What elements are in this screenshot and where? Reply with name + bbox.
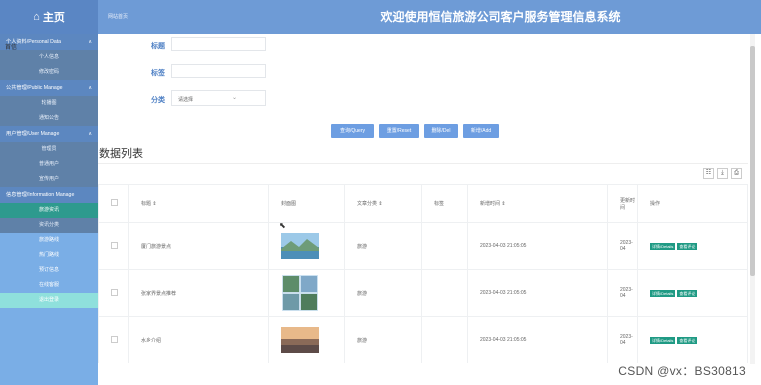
cell-updated: 2023-04 [607,222,638,270]
sidebar-item-profile[interactable]: 个人信息 [0,50,98,65]
category-select[interactable]: 请选择 ⌄ [171,90,266,106]
sidebar-item-password[interactable]: 修改密码 [0,65,98,80]
app-window: ⌂ 主页 网站首页 欢迎使用恒信旅游公司客户服务管理信息系统 个人资料/Pers… [0,0,761,385]
data-table-container: ☷ ⤓ ⎙ 标题 ⇕ 封面图 文章分类 ⇕ 标签 新增时间 ⇕ 更新时间 操作 [98,163,748,363]
cell-ops: 详情/Details 查看评论 [637,269,748,317]
sidebar-group-user[interactable]: 用户管理/User Manage ∧ [0,126,98,142]
row-checkbox[interactable] [111,335,118,343]
cell-created: 2023-04-03 21:05:05 [467,222,608,270]
cell-ops: 详情/Details 查看评论 [637,316,748,363]
data-table: 标题 ⇕ 封面图 文章分类 ⇕ 标签 新增时间 ⇕ 更新时间 操作 厦门旅游景点 [98,184,748,363]
sidebar-item-notice[interactable]: 通知公告 [0,111,98,126]
title-label: 标题 [151,43,165,50]
sidebar-item-users[interactable]: 普通用户 [0,157,98,172]
row-checkbox[interactable] [111,241,118,249]
cell-title: 张家界景点推荐 [128,269,269,317]
delete-button[interactable]: 删除/Del [424,124,458,138]
sidebar-item-bookings[interactable]: 预订信息 [0,263,98,278]
cell-tag [421,269,468,317]
view-comments-button[interactable]: 查看评论 [677,336,698,344]
list-title: 数据列表 [99,148,143,160]
cell-cover [268,316,345,363]
details-button[interactable]: 详情/Details [650,336,676,344]
sidebar-item-routes[interactable]: 旅游路线 [0,233,98,248]
chevron-down-icon: ⌄ [231,95,237,101]
table-row: 厦门旅游景点 旅游 2023-04-03 21:05:05 2023-04 详情… [98,222,748,270]
title-input[interactable] [171,37,266,51]
cell-created: 2023-04-03 21:05:05 [467,269,608,317]
col-updated: 更新时间 [607,184,638,223]
sidebar-item-logout[interactable]: 退出登录 [0,293,98,308]
cell-category: 旅游 [344,316,422,363]
cell-title: 水乡介绍 [128,316,269,363]
tag-input[interactable] [171,64,266,78]
cell-updated: 2023-04 [607,316,638,363]
details-button[interactable]: 详情/Details [650,242,676,250]
details-button[interactable]: 详情/Details [650,289,676,297]
select-all-checkbox[interactable] [111,199,118,206]
sidebar-item-promoters[interactable]: 宣传用户 [0,172,98,187]
cover-image [281,327,319,353]
category-label: 分类 [151,97,165,104]
select-all-checkbox-cell [98,184,129,223]
view-comments-button[interactable]: 查看评论 [677,289,698,297]
watermark: CSDN @vx：BS30813 [618,364,746,378]
columns-icon[interactable]: ☷ [703,168,714,179]
row-checkbox-cell [98,316,129,363]
col-ops: 操作 [637,184,748,223]
sidebar-item-admin[interactable]: 管理员 [0,142,98,157]
sidebar-group-info[interactable]: 信息管理/Information Manage [0,187,98,203]
cover-image [282,275,318,311]
chevron-up-icon: ∧ [88,39,92,45]
reset-button[interactable]: 重置/Reset [379,124,419,138]
cell-title: 厦门旅游景点 [128,222,269,270]
cell-tag [421,316,468,363]
cell-updated: 2023-04 [607,269,638,317]
query-button[interactable]: 查询/Query [331,124,374,138]
cell-cover [268,269,345,317]
export-icon[interactable]: ⤓ [717,168,728,179]
chevron-up-icon: ∧ [88,131,92,137]
cell-created: 2023-04-03 21:05:05 [467,316,608,363]
cell-tag [421,222,468,270]
table-row: 张家界景点推荐 旅游 2023-04-03 21:05:05 2023-04 详… [98,269,748,317]
table-toolbar: ☷ ⤓ ⎙ [703,168,742,179]
mouse-cursor-icon: ⬉ [279,221,286,230]
cover-image [281,233,319,259]
cell-category: 旅游 [344,222,422,270]
print-icon[interactable]: ⎙ [731,168,742,179]
sidebar-group-label: 用户管理/User Manage [6,131,60,137]
sidebar-item-news[interactable]: 旅游资讯 [0,203,98,218]
sidebar-item-hot-routes[interactable]: 热门路线 [0,248,98,263]
add-button[interactable]: 新增/Add [463,124,499,138]
app-title: 欢迎使用恒信旅游公司客户服务管理信息系统 [380,10,621,24]
row-checkbox[interactable] [111,288,118,296]
sidebar-item-news-category[interactable]: 资讯分类 [0,218,98,233]
top-header: ⌂ 主页 网站首页 欢迎使用恒信旅游公司客户服务管理信息系统 [0,0,761,34]
page-scrollbar[interactable] [750,34,755,364]
category-select-value: 请选择 [178,97,194,103]
table-row: 水乡介绍 旅游 2023-04-03 21:05:05 2023-04 详情/D… [98,316,748,363]
table-header-row: 标题 ⇕ 封面图 文章分类 ⇕ 标签 新增时间 ⇕ 更新时间 操作 [98,184,748,223]
sidebar-group-public[interactable]: 公共管理/Public Manage ∧ [0,80,98,96]
sidebar-group-label: 公共管理/Public Manage [6,85,63,91]
scrollbar-thumb[interactable] [750,46,755,276]
sidebar: 个人资料/Personal Data ∧ 个人信息 修改密码 公共管理/Publi… [0,34,98,385]
col-cover: 封面图 [268,184,345,223]
sidebar-item-carousel[interactable]: 轮播图 [0,96,98,111]
cell-category: 旅游 [344,269,422,317]
col-category[interactable]: 文章分类 ⇕ [344,184,422,223]
view-comments-button[interactable]: 查看评论 [677,242,698,250]
sidebar-item-support[interactable]: 在线客服 [0,278,98,293]
row-checkbox-cell [98,269,129,317]
col-title[interactable]: 标题 ⇕ [128,184,269,223]
cell-ops: 详情/Details 查看评论 [637,222,748,270]
col-created[interactable]: 新增时间 ⇕ [467,184,608,223]
chevron-up-icon: ∧ [88,85,92,91]
sidebar-group-label: 信息管理/Information Manage [6,192,75,198]
tag-label: 标签 [151,70,165,77]
sidebar-overlay-text: 首信 [5,45,18,51]
col-tag: 标签 [421,184,468,223]
row-checkbox-cell [98,222,129,270]
